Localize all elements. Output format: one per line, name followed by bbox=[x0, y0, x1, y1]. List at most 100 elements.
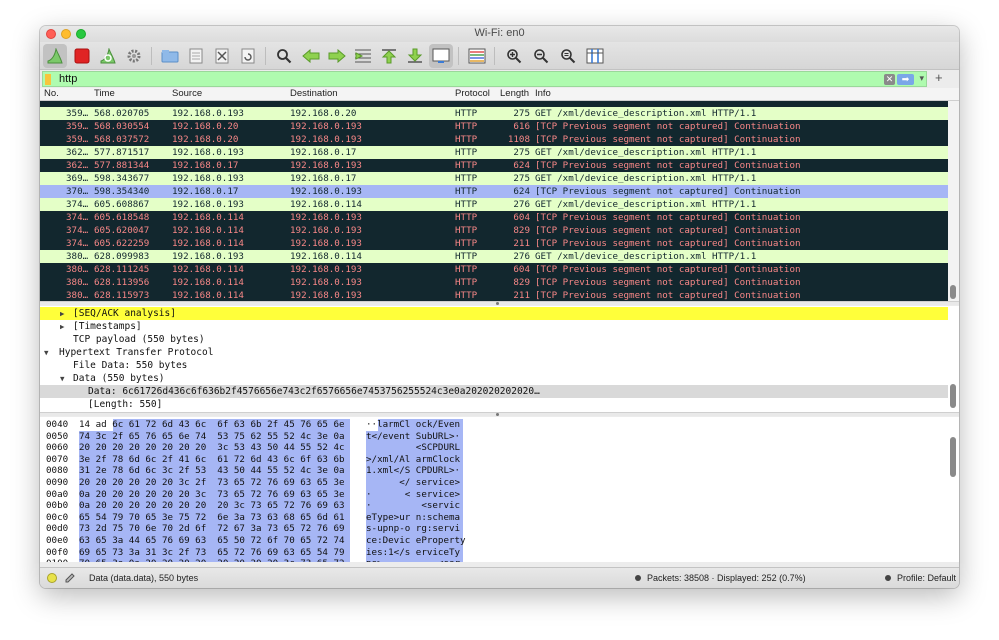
collapsed-arrow-icon[interactable]: ▶ bbox=[60, 307, 65, 320]
packet-row[interactable]: 374… 605.620047 192.168.0.114 192.168.0.193… bbox=[40, 224, 948, 237]
open-folder-icon[interactable] bbox=[158, 44, 182, 68]
detail-tree-label: [Timestamps] bbox=[73, 321, 142, 332]
profile-indicator-icon bbox=[885, 575, 891, 581]
edit-comment-icon[interactable] bbox=[64, 572, 76, 584]
gear-icon[interactable] bbox=[122, 44, 146, 68]
packet-cell-dst: 192.168.0.193 bbox=[290, 277, 362, 288]
detail-tree-item[interactable]: TCP payload (550 bytes) bbox=[40, 333, 948, 346]
hex-dump-row[interactable]: 0070 3e 2f 78 6d 6c 2f 41 6c 61 72 6d 43 … bbox=[40, 454, 948, 466]
detail-tree-item[interactable]: ▶ [Timestamps] bbox=[40, 320, 948, 333]
resize-columns-icon[interactable] bbox=[583, 44, 607, 68]
bytes-scrollbar[interactable] bbox=[948, 417, 959, 562]
close-file-icon[interactable] bbox=[210, 44, 234, 68]
display-filter-bar: http ✕ ➡ ▾ + bbox=[40, 70, 959, 88]
column-header-length[interactable]: Length bbox=[500, 88, 529, 99]
forward-arrow-icon[interactable] bbox=[325, 44, 349, 68]
expanded-arrow-icon[interactable]: ▼ bbox=[44, 346, 49, 359]
expanded-arrow-icon[interactable]: ▼ bbox=[60, 372, 65, 385]
detail-tree-item[interactable]: ▼ Data (550 bytes) bbox=[40, 372, 948, 385]
stop-square-icon[interactable] bbox=[70, 44, 94, 68]
details-scrollbar[interactable] bbox=[948, 306, 959, 412]
hex-bytes: 73 2d 75 70 6e 70 2d 6f 72 67 3a 73 65 7… bbox=[79, 523, 345, 535]
back-arrow-icon[interactable] bbox=[299, 44, 323, 68]
hex-dump-row[interactable]: 00b0 0a 20 20 20 20 20 20 20 20 3c 73 65 … bbox=[40, 500, 948, 512]
packet-row[interactable]: 380… 628.099983 192.168.0.193 192.168.0.114… bbox=[40, 250, 948, 263]
expert-info-icon[interactable] bbox=[47, 573, 57, 583]
packet-cell-dst: 192.168.0.193 bbox=[290, 121, 362, 132]
hex-dump-row[interactable]: 0100 70 65 3e 0a 20 20 20 20 20 20 20 20 … bbox=[40, 558, 948, 562]
filter-bookmark-icon[interactable] bbox=[45, 74, 51, 85]
shark-fin-start-icon[interactable] bbox=[43, 44, 67, 68]
display-filter-input[interactable]: http ✕ ➡ ▾ bbox=[42, 71, 927, 87]
detail-tree-item[interactable]: ▼ Hypertext Transfer Protocol bbox=[40, 346, 948, 359]
packet-row[interactable]: 380… 628.115973 192.168.0.114 192.168.0.193… bbox=[40, 289, 948, 301]
packet-row[interactable]: 380… 628.111245 192.168.0.114 192.168.0.193… bbox=[40, 263, 948, 276]
packet-cell-time: 568.037572 bbox=[94, 134, 150, 145]
apply-filter-icon[interactable]: ➡ bbox=[897, 74, 914, 85]
detail-tree-item[interactable]: File Data: 550 bytes bbox=[40, 359, 948, 372]
hex-dump-row[interactable]: 0090 20 20 20 20 20 20 3c 2f 73 65 72 76 … bbox=[40, 477, 948, 489]
packet-row[interactable]: 374… 605.608867 192.168.0.193 192.168.0.114… bbox=[40, 198, 948, 211]
packet-list-scrollbar[interactable] bbox=[948, 101, 959, 301]
zoom-in-icon[interactable] bbox=[502, 44, 526, 68]
collapsed-arrow-icon[interactable]: ▶ bbox=[60, 320, 65, 333]
packet-row[interactable]: 359… 568.030554 192.168.0.20 192.168.0.193 H… bbox=[40, 120, 948, 133]
column-header-no[interactable]: No. bbox=[44, 88, 59, 99]
reload-icon[interactable] bbox=[236, 44, 260, 68]
filter-history-dropdown-icon[interactable]: ▾ bbox=[919, 73, 924, 84]
packet-row[interactable]: 374… 605.618548 192.168.0.114 192.168.0.193… bbox=[40, 211, 948, 224]
status-profile[interactable]: Profile: Default bbox=[897, 573, 956, 583]
hex-dump-row[interactable]: 00a0 0a 20 20 20 20 20 20 3c 73 65 72 76 … bbox=[40, 489, 948, 501]
packet-list: 359… 568.020705 192.168.0.193 192.168.0.20 H… bbox=[40, 101, 948, 301]
hex-dump-row[interactable]: 0040 14 ad 6c 61 72 6d 43 6c 6f 63 6b 2f … bbox=[40, 419, 948, 431]
column-header-time[interactable]: Time bbox=[94, 88, 115, 99]
autoscroll-icon[interactable] bbox=[429, 44, 453, 68]
bytes-scroll-thumb[interactable] bbox=[950, 437, 956, 477]
hex-dump-row[interactable]: 00f0 69 65 73 3a 31 3c 2f 73 65 72 76 69 … bbox=[40, 547, 948, 559]
search-icon[interactable] bbox=[272, 44, 296, 68]
display-filter-value[interactable]: http bbox=[59, 73, 77, 85]
hex-dump-row[interactable]: 0050 74 3c 2f 65 76 65 6e 74 53 75 62 55 … bbox=[40, 431, 948, 443]
add-filter-button[interactable]: + bbox=[935, 70, 943, 85]
packet-row[interactable]: 359… 568.037572 192.168.0.20 192.168.0.193 H… bbox=[40, 133, 948, 146]
hex-dump-row[interactable]: 0060 20 20 20 20 20 20 20 20 3c 53 43 50 … bbox=[40, 442, 948, 454]
zoom-reset-icon[interactable] bbox=[556, 44, 580, 68]
detail-tree-item[interactable]: Data: 6c61726d436c6f636b2f4576656e743c2f… bbox=[40, 385, 948, 398]
zoom-out-icon[interactable] bbox=[529, 44, 553, 68]
packet-row[interactable]: 374… 605.622259 192.168.0.114 192.168.0.193… bbox=[40, 237, 948, 250]
file-icon[interactable] bbox=[184, 44, 208, 68]
go-to-packet-icon[interactable] bbox=[351, 44, 375, 68]
packet-row[interactable]: 362… 577.871517 192.168.0.193 192.168.0.17 H… bbox=[40, 146, 948, 159]
packet-cell-len: 829 bbox=[513, 225, 530, 236]
packet-row[interactable]: 369… 598.343677 192.168.0.193 192.168.0.17 H… bbox=[40, 172, 948, 185]
column-header-source[interactable]: Source bbox=[172, 88, 202, 99]
last-packet-icon[interactable] bbox=[403, 44, 427, 68]
column-header-protocol[interactable]: Protocol bbox=[455, 88, 490, 99]
hex-dump-row[interactable]: 0080 31 2e 78 6d 6c 3c 2f 53 43 50 44 55 … bbox=[40, 465, 948, 477]
column-header-info[interactable]: Info bbox=[535, 88, 551, 99]
packet-cell-time: 628.115973 bbox=[94, 290, 150, 301]
packet-details-tree: ▶ [SEQ/ACK analysis] ▶ [Timestamps] TCP payl… bbox=[40, 306, 948, 412]
packet-row[interactable]: 362… 577.881344 192.168.0.17 192.168.0.193 H… bbox=[40, 159, 948, 172]
hex-dump-row[interactable]: 00e0 63 65 3a 44 65 76 69 63 65 50 72 6f … bbox=[40, 535, 948, 547]
hex-bytes: 20 20 20 20 20 20 20 20 3c 53 43 50 44 5… bbox=[79, 442, 345, 454]
hex-dump-row[interactable]: 00c0 65 54 79 70 65 3e 75 72 6e 3a 73 63 … bbox=[40, 512, 948, 524]
packet-cell-info: [TCP Previous segment not captured] Cont… bbox=[535, 264, 801, 275]
clear-filter-icon[interactable]: ✕ bbox=[884, 74, 895, 85]
first-packet-icon[interactable] bbox=[377, 44, 401, 68]
column-header-destination[interactable]: Destination bbox=[290, 88, 338, 99]
packet-row[interactable]: 380… 628.113956 192.168.0.114 192.168.0.193… bbox=[40, 276, 948, 289]
pane-splitter-bottom[interactable] bbox=[40, 412, 959, 416]
packet-row[interactable]: 370… 598.354340 192.168.0.17 192.168.0.193 H… bbox=[40, 185, 948, 198]
pane-splitter-top[interactable] bbox=[40, 301, 959, 305]
hex-dump-row[interactable]: 00d0 73 2d 75 70 6e 70 2d 6f 72 67 3a 73 … bbox=[40, 523, 948, 535]
packet-row[interactable]: 359… 568.020705 192.168.0.193 192.168.0.20 H… bbox=[40, 107, 948, 120]
restart-fin-icon[interactable] bbox=[96, 44, 120, 68]
detail-tree-item[interactable]: ▶ [SEQ/ACK analysis] bbox=[40, 307, 948, 320]
packet-list-scroll-thumb[interactable] bbox=[950, 285, 956, 299]
detail-tree-item[interactable]: [Length: 550] bbox=[40, 398, 948, 411]
details-scroll-thumb[interactable] bbox=[950, 384, 956, 408]
packet-cell-no: 374… bbox=[66, 225, 89, 236]
packet-cell-src: 192.168.0.114 bbox=[172, 238, 244, 249]
colorize-icon[interactable] bbox=[465, 44, 489, 68]
